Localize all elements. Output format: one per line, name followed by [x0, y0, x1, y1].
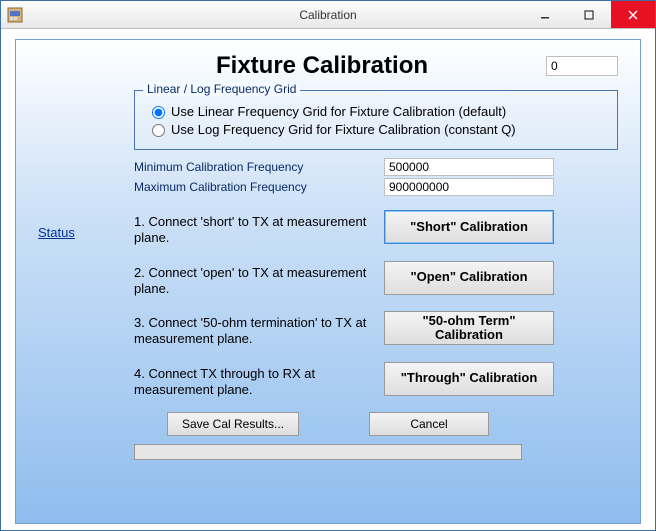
min-freq-label: Minimum Calibration Frequency: [134, 160, 384, 174]
radio-log-input[interactable]: [152, 124, 165, 137]
min-freq-input[interactable]: [384, 158, 554, 176]
open-calibration-button[interactable]: "Open" Calibration: [384, 261, 554, 295]
content-area: Fixture Calibration Linear / Log Frequen…: [1, 29, 655, 530]
save-results-button[interactable]: Save Cal Results...: [167, 412, 299, 436]
cancel-button[interactable]: Cancel: [369, 412, 489, 436]
main-panel: Fixture Calibration Linear / Log Frequen…: [15, 39, 641, 524]
through-calibration-button[interactable]: "Through" Calibration: [384, 362, 554, 396]
app-icon: [7, 7, 23, 23]
window-buttons: [523, 1, 655, 28]
step-2-text: 2. Connect 'open' to TX at measurement p…: [134, 261, 384, 298]
minimize-button[interactable]: [523, 1, 567, 28]
short-calibration-button[interactable]: "Short" Calibration: [384, 210, 554, 244]
radio-linear-label: Use Linear Frequency Grid for Fixture Ca…: [171, 104, 506, 119]
header-value-input[interactable]: [546, 56, 618, 76]
step-1-text: 1. Connect 'short' to TX at measurement …: [134, 210, 384, 247]
frequency-grid-group: Linear / Log Frequency Grid Use Linear F…: [134, 90, 618, 150]
max-freq-input[interactable]: [384, 178, 554, 196]
maximize-button[interactable]: [567, 1, 611, 28]
status-link[interactable]: Status: [38, 225, 75, 240]
term-calibration-button[interactable]: "50-ohm Term" Calibration: [384, 311, 554, 345]
group-legend: Linear / Log Frequency Grid: [143, 82, 300, 96]
radio-linear-input[interactable]: [152, 106, 165, 119]
radio-log[interactable]: Use Log Frequency Grid for Fixture Calib…: [147, 121, 605, 137]
step-4-text: 4. Connect TX through to RX at measureme…: [134, 362, 384, 399]
titlebar: Calibration: [1, 1, 655, 29]
step-3-text: 3. Connect '50-ohm termination' to TX at…: [134, 311, 384, 348]
page-title: Fixture Calibration: [98, 52, 546, 80]
close-button[interactable]: [611, 1, 655, 28]
radio-linear[interactable]: Use Linear Frequency Grid for Fixture Ca…: [147, 103, 605, 119]
max-freq-label: Maximum Calibration Frequency: [134, 180, 384, 194]
radio-log-label: Use Log Frequency Grid for Fixture Calib…: [171, 122, 516, 137]
progress-bar: [134, 444, 522, 460]
calibration-window: Calibration Fixture Calibration Linear /…: [0, 0, 656, 531]
